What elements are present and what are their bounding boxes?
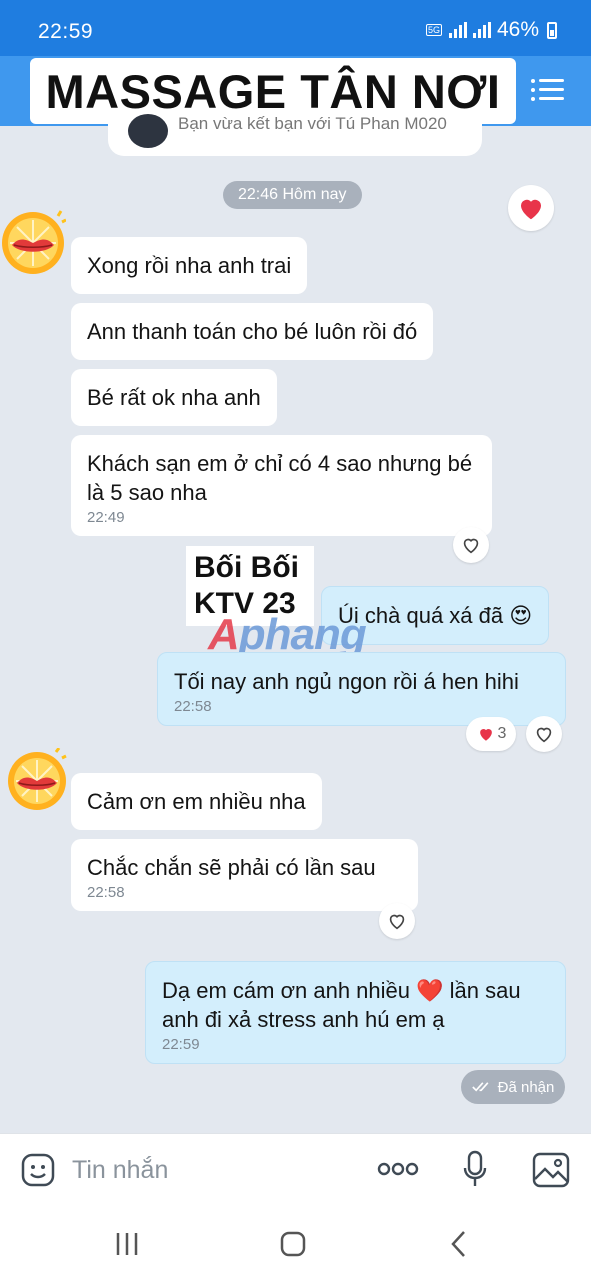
image-gallery-icon[interactable]	[532, 1152, 570, 1188]
home-icon[interactable]	[279, 1227, 307, 1261]
like-heart-icon[interactable]	[379, 903, 415, 939]
orange-lips-avatar[interactable]	[4, 748, 70, 814]
network-type-icon: 5G	[425, 24, 442, 36]
message-time: 22:58	[174, 698, 212, 715]
sticker-icon[interactable]	[20, 1152, 56, 1188]
incoming-message[interactable]: Ann thanh toán cho bé luôn rồi đó	[71, 303, 434, 360]
double-check-icon	[471, 1082, 489, 1092]
status-bar: 22:59 5G 46%	[0, 0, 591, 56]
incoming-message[interactable]: Khách sạn em ở chỉ có 4 sao nhưng bé là …	[71, 435, 492, 536]
outgoing-message[interactable]: Tối nay anh ngủ ngon rồi á hen hihi 22:5…	[157, 652, 566, 726]
signal-icon	[472, 22, 491, 38]
more-options-icon[interactable]	[377, 1158, 419, 1180]
recent-apps-icon[interactable]	[114, 1227, 140, 1261]
like-heart-icon[interactable]	[526, 716, 562, 752]
orange-lips-avatar[interactable]	[0, 210, 66, 276]
avatar	[128, 114, 168, 148]
battery-icon	[547, 21, 557, 39]
message-time: 22:58	[87, 884, 125, 901]
back-icon[interactable]	[448, 1227, 470, 1261]
system-nav-bar	[0, 1209, 591, 1280]
microphone-icon[interactable]	[462, 1150, 488, 1190]
composer-bar: Tin nhắn	[0, 1133, 591, 1209]
incoming-message[interactable]: Xong rồi nha anh trai	[71, 237, 308, 294]
friend-added-card: Bạn vừa kết bạn với Tú Phan M020	[108, 110, 482, 156]
reaction-count[interactable]: 3	[466, 717, 516, 751]
outgoing-message[interactable]: Dạ em cám ơn anh nhiều ❤️ lần sau anh đi…	[145, 961, 566, 1064]
date-chip: 22:46 Hôm nay	[223, 181, 362, 209]
message-time: 22:59	[162, 1036, 200, 1053]
message-time: 22:49	[87, 509, 125, 526]
incoming-message[interactable]: Cảm ơn em nhiều nha	[71, 773, 322, 830]
heart-reaction-icon[interactable]	[508, 185, 554, 231]
signal-icon	[448, 22, 467, 38]
chat-screen: 22:59 5G 46% MASSAGE TẬN NƠI Bạn vừa kết…	[0, 0, 591, 1280]
list-menu-icon[interactable]	[531, 76, 565, 106]
status-time: 22:59	[38, 20, 94, 43]
incoming-message[interactable]: Chắc chắn sẽ phải có lần sau 22:58	[71, 839, 418, 911]
message-input[interactable]: Tin nhắn	[72, 1156, 168, 1185]
like-heart-icon[interactable]	[453, 527, 489, 563]
friend-card-text: Bạn vừa kết bạn với Tú Phan M020	[178, 114, 447, 133]
delivery-status-badge: Đã nhận	[461, 1070, 565, 1104]
battery-level: 46%	[496, 18, 539, 41]
red-heart-icon	[479, 729, 492, 741]
incoming-message[interactable]: Bé rất ok nha anh	[71, 369, 277, 426]
